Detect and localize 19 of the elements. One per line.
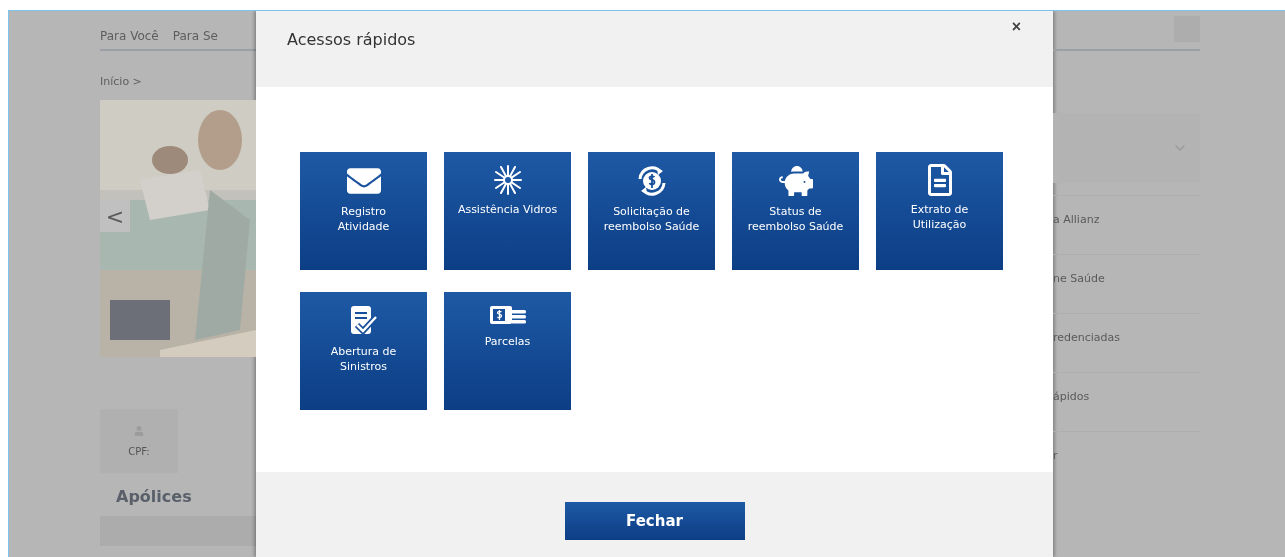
piggy-bank-icon (778, 164, 813, 198)
shortcut-tile[interactable]: Abertura de Sinistros (300, 292, 427, 410)
shortcut-tile[interactable]: Parcelas (444, 292, 571, 410)
menu-item[interactable]: redenciadas (1053, 313, 1200, 360)
shortcut-tile[interactable]: Assistência Vidros (444, 152, 571, 270)
shortcut-tile[interactable]: Solicitação de reembolso Saúde (588, 152, 715, 270)
cpf-label: CPF: (128, 445, 150, 457)
menu-item[interactable]: ne Saúde (1053, 254, 1200, 301)
shortcut-tile[interactable]: Registro Atividade (300, 152, 427, 270)
dialog-title: Acessos rápidos (287, 30, 417, 49)
close-button[interactable]: × (1005, 17, 1027, 37)
menu-item[interactable]: ápidos (1053, 372, 1200, 419)
menu-item[interactable]: a Allianz (1053, 195, 1200, 242)
section-title: Apólices (116, 487, 193, 506)
close-dialog-button[interactable]: Fechar (564, 502, 745, 540)
breadcrumb: Início > (100, 75, 143, 88)
shortcut-tile[interactable]: Status de reembolso Saúde (732, 152, 859, 270)
shortcut-tile[interactable]: Extrato de Utilização (876, 152, 1003, 270)
starburst-icon (492, 164, 523, 196)
